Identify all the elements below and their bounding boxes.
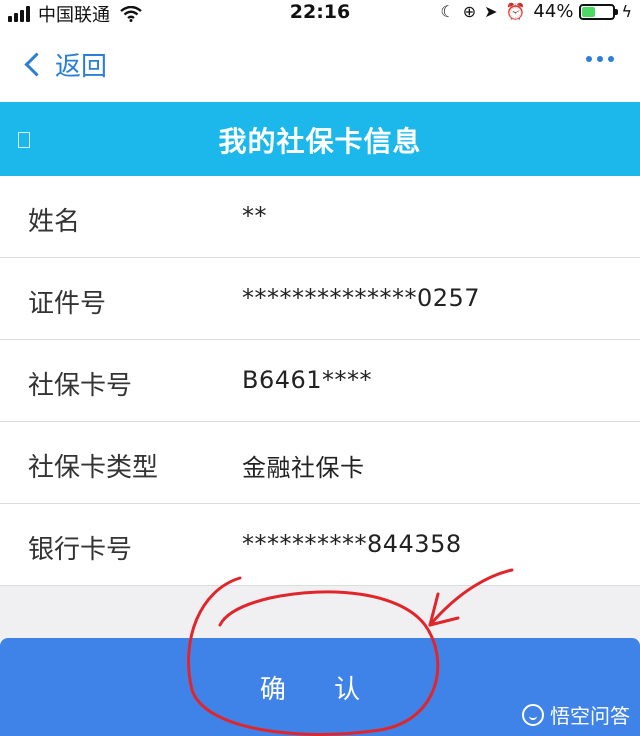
row-id-number: 证件号 **************0257 [0,258,640,340]
back-label: 返回 [55,52,108,82]
chevron-left-icon [24,52,49,77]
wukong-logo-icon [522,703,544,726]
location-icon: ➤ [484,2,498,21]
do-not-disturb-icon: ☾ [440,2,455,21]
status-bar: 中国联通 22:16 ☾ ⊕ ➤ ⏰ 44% ϟ [0,0,640,26]
battery-fill [582,6,596,17]
back-button[interactable]: 返回 [22,46,107,83]
row-bank-card: 银行卡号 **********844358 [0,504,640,586]
nav-bar: 返回 [0,24,640,102]
row-label: 银行卡号 [28,535,133,565]
info-list: 姓名 ** 证件号 **************0257 社保卡号 B6461*… [0,176,640,586]
row-label: 证件号 [28,289,107,319]
row-label: 社保卡号 [28,371,133,401]
status-right: ☾ ⊕ ➤ ⏰ 44% ϟ [432,1,632,22]
battery-percent: 44% [533,1,574,22]
watermark: 悟空问答 [522,700,630,729]
row-value: **********844358 [242,530,462,558]
page-title: 我的社保卡信息 [218,125,422,158]
row-value: B6461**** [242,366,373,394]
title-bar: 我的社保卡信息 [0,102,640,176]
row-value: 金融社保卡 [242,454,365,482]
row-card-type: 社保卡类型 金融社保卡 [0,422,640,504]
watermark-text: 悟空问答 [550,704,630,728]
row-name: 姓名 ** [0,176,640,258]
row-card-number: 社保卡号 B6461**** [0,340,640,422]
row-value: **************0257 [242,284,481,312]
battery-icon [579,3,619,20]
rotation-lock-icon: ⊕ [462,2,477,21]
charging-icon: ϟ [621,2,632,21]
alarm-icon: ⏰ [505,2,526,21]
row-label: 社保卡类型 [28,453,159,483]
row-label: 姓名 [28,207,81,237]
more-dots-icon [586,56,592,62]
confirm-label: 确 认 [259,674,381,705]
annotation-arrowhead [428,592,460,627]
row-value: ** [242,202,267,230]
more-button[interactable] [581,56,614,62]
